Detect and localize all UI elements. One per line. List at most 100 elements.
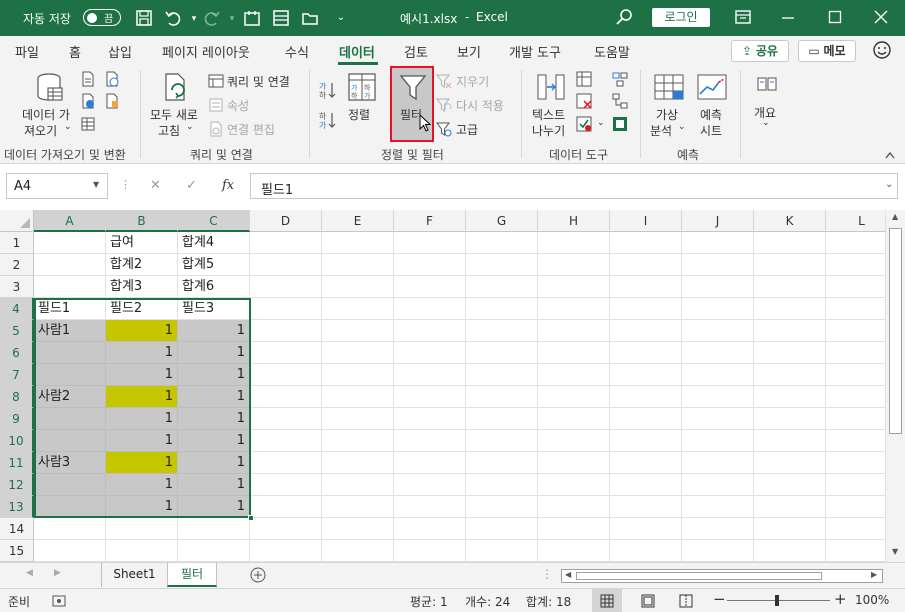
cell-j10[interactable] [682,430,754,452]
sort-button[interactable]: 가하하가 정렬 [342,70,382,130]
expand-formula-icon[interactable]: ⌄ [885,179,893,190]
advanced-filter-button[interactable]: 고급 [436,120,486,138]
column-header-g[interactable]: G [466,210,538,232]
name-box[interactable]: A4 ▼ [6,173,108,199]
scroll-up-icon[interactable]: ▲ [892,212,898,221]
column-header-i[interactable]: I [610,210,682,232]
cell-h3[interactable] [538,276,610,298]
cell-j8[interactable] [682,386,754,408]
cell-f7[interactable] [394,364,466,386]
cell-a13[interactable] [34,496,106,518]
cell-f4[interactable] [394,298,466,320]
undo-icon[interactable] [164,9,182,27]
cell-g9[interactable] [466,408,538,430]
cell-k7[interactable] [754,364,826,386]
cell-g13[interactable] [466,496,538,518]
column-header-j[interactable]: J [682,210,754,232]
login-button[interactable]: 로그인 [652,8,710,27]
cell-d2[interactable] [250,254,322,276]
cell-k13[interactable] [754,496,826,518]
cell-j5[interactable] [682,320,754,342]
cell-l9[interactable] [826,408,885,430]
insert-function-icon[interactable]: fx [222,178,234,193]
relationships-icon[interactable] [612,93,628,109]
cell-k10[interactable] [754,430,826,452]
cell-a5[interactable]: 사람1 [34,320,106,342]
cell-l11[interactable] [826,452,885,474]
cell-e10[interactable] [322,430,394,452]
cell-l3[interactable] [826,276,885,298]
row-header-8[interactable]: 8 [0,386,34,408]
cell-e7[interactable] [322,364,394,386]
tab-home[interactable]: 홈 [69,42,81,61]
cell-b14[interactable] [106,518,178,540]
cell-l12[interactable] [826,474,885,496]
cell-g15[interactable] [466,540,538,562]
cell-c5[interactable]: 1 [178,320,250,342]
cell-f5[interactable] [394,320,466,342]
cell-i9[interactable] [610,408,682,430]
row-header-7[interactable]: 7 [0,364,34,386]
cell-h14[interactable] [538,518,610,540]
row-header-10[interactable]: 10 [0,430,34,452]
cell-j7[interactable] [682,364,754,386]
cell-j2[interactable] [682,254,754,276]
cell-f1[interactable] [394,232,466,254]
minimize-icon[interactable] [781,10,795,24]
cell-a15[interactable] [34,540,106,562]
cell-e13[interactable] [322,496,394,518]
add-sheet-icon[interactable] [250,567,266,583]
cell-b15[interactable] [106,540,178,562]
cell-h13[interactable] [538,496,610,518]
cell-i2[interactable] [610,254,682,276]
cell-b2[interactable]: 합계2 [106,254,178,276]
cell-c12[interactable]: 1 [178,474,250,496]
cell-b5[interactable]: 1 [106,320,178,342]
cell-i3[interactable] [610,276,682,298]
cell-g2[interactable] [466,254,538,276]
tab-insert[interactable]: 삽입 [108,42,132,61]
cell-b8[interactable]: 1 [106,386,178,408]
cell-f2[interactable] [394,254,466,276]
cell-a3[interactable] [34,276,106,298]
maximize-icon[interactable] [828,10,842,24]
cell-a6[interactable] [34,342,106,364]
cell-l10[interactable] [826,430,885,452]
column-header-a[interactable]: A [34,210,106,232]
ribbon-display-icon[interactable] [735,9,751,25]
cell-c2[interactable]: 합계5 [178,254,250,276]
fill-handle[interactable] [248,515,254,521]
column-header-e[interactable]: E [322,210,394,232]
cell-k15[interactable] [754,540,826,562]
cell-b10[interactable]: 1 [106,430,178,452]
cell-j6[interactable] [682,342,754,364]
search-icon[interactable] [615,8,633,26]
text-to-columns-button[interactable]: 텍스트 나누기 [530,70,574,142]
cell-k12[interactable] [754,474,826,496]
collapse-ribbon-icon[interactable] [884,150,896,160]
cell-c1[interactable]: 합계4 [178,232,250,254]
cell-h1[interactable] [538,232,610,254]
cell-a2[interactable] [34,254,106,276]
cell-k2[interactable] [754,254,826,276]
cell-c7[interactable]: 1 [178,364,250,386]
close-icon[interactable] [874,10,888,24]
cell-d1[interactable] [250,232,322,254]
cell-j4[interactable] [682,298,754,320]
cell-l8[interactable] [826,386,885,408]
open-icon[interactable] [301,9,319,27]
cell-d14[interactable] [250,518,322,540]
smiley-feedback-icon[interactable] [872,40,892,60]
tab-data[interactable]: 데이터 [339,42,375,61]
cell-i11[interactable] [610,452,682,474]
recent-sources-icon[interactable] [104,93,120,109]
cell-g14[interactable] [466,518,538,540]
cell-e3[interactable] [322,276,394,298]
cell-a7[interactable] [34,364,106,386]
queries-connections-button[interactable]: 쿼리 및 연결 [208,72,308,90]
worksheet-grid[interactable]: A B C D E F G H I J K L 1 급여 합계4 2 합계2 합계5 3 합계3 합계6 4 필드1 필드2 필… [0,210,885,562]
from-text-csv-icon[interactable] [80,71,96,87]
data-validation-dropdown-icon[interactable]: ⌄ [597,118,605,128]
cell-k1[interactable] [754,232,826,254]
scroll-down-icon[interactable]: ▼ [892,547,898,556]
